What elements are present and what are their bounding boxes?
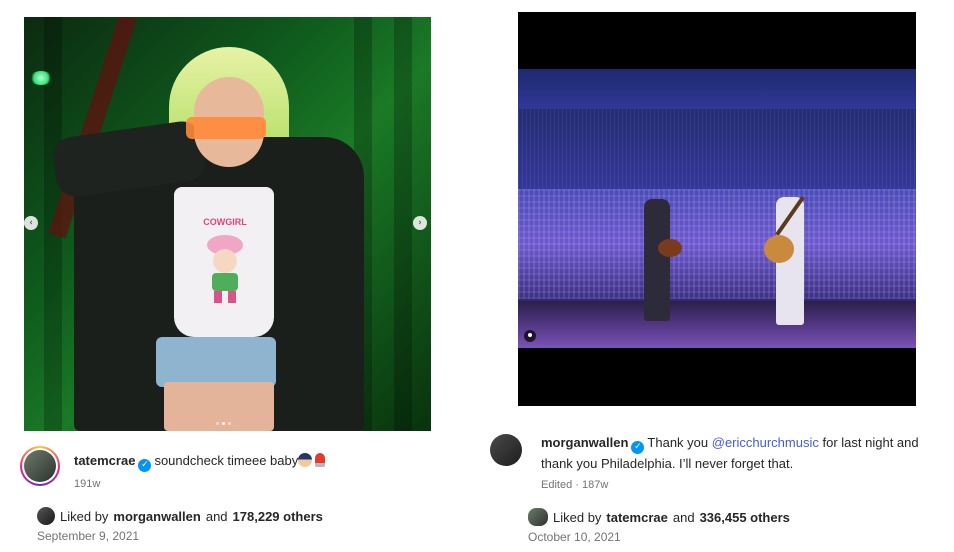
verified-badge-icon: ✓ — [138, 459, 152, 472]
siren-emoji-icon — [315, 453, 326, 467]
stage — [518, 301, 916, 348]
username-link[interactable]: tatemcrae — [74, 453, 135, 468]
avatar-tatemcrae-story-ring[interactable] — [20, 446, 60, 486]
carousel-dot — [216, 422, 219, 425]
chevron-right-icon: › — [418, 218, 422, 228]
post-tatemcrae: COWGIRL ‹ › tatemcrae ✓ soundcheck timeee … — [20, 17, 431, 543]
post-meta[interactable]: Edited · 187w — [541, 479, 608, 491]
carousel-indicator — [216, 422, 231, 425]
floor-crowd — [518, 189, 916, 299]
avatar — [24, 450, 56, 482]
carousel-prev-button[interactable]: ‹ — [24, 216, 38, 230]
upper-deck-crowd — [518, 109, 916, 189]
curtain-fold — [394, 17, 412, 431]
mention-link[interactable]: @ericchurchmusic — [712, 435, 819, 450]
carousel-next-button[interactable]: › — [413, 216, 427, 230]
liked-by-and: and — [205, 508, 228, 524]
guitar-left — [658, 239, 682, 257]
liked-by-summary: Liked by morganwallen and 178,229 others — [37, 507, 323, 525]
post-caption: morganwallen ✓ Thank you @ericchurchmusic … — [541, 433, 951, 473]
liked-by-and: and — [672, 509, 695, 525]
post-age[interactable]: 191w — [74, 478, 100, 490]
shirt-cartoon-graphic: COWGIRL — [203, 217, 247, 303]
shirt-text: COWGIRL — [203, 217, 247, 227]
post-morganwallen: morganwallen ✓ Thank you @ericchurchmusic … — [490, 12, 950, 544]
caption-text: soundcheck timeee baby — [154, 453, 299, 468]
police-officer-emoji-icon — [298, 453, 313, 467]
avatar-morganwallen[interactable] — [490, 434, 522, 466]
likes-count-link[interactable]: 336,455 others — [700, 510, 790, 525]
username-link[interactable]: morganwallen — [541, 435, 628, 450]
liker-avatar[interactable] — [37, 507, 55, 525]
verified-badge-icon: ✓ — [631, 441, 645, 454]
liked-by-summary: Liked by tatemcrae and 336,455 others — [528, 508, 790, 526]
post-date: October 10, 2021 — [528, 530, 621, 544]
post-image-concert[interactable] — [518, 12, 916, 406]
person-figure: COWGIRL — [44, 37, 374, 431]
post-caption: tatemcrae ✓ soundcheck timeee baby — [74, 451, 424, 472]
post-image-soundcheck[interactable]: COWGIRL ‹ › — [24, 17, 431, 431]
liker-avatar[interactable] — [528, 508, 548, 526]
caption-text-start: Thank you — [647, 435, 709, 450]
liked-by-label: Liked by — [60, 508, 109, 524]
carousel-dot-active — [222, 422, 225, 425]
performer-left — [644, 199, 670, 321]
chevron-left-icon: ‹ — [29, 218, 33, 228]
carousel-dot — [228, 422, 231, 425]
liked-by-label: Liked by — [553, 509, 602, 525]
tagged-people-icon[interactable] — [524, 330, 536, 342]
orange-sunglasses — [186, 117, 266, 139]
liker-username-link[interactable]: morganwallen — [113, 509, 200, 524]
guitar-right — [764, 235, 794, 263]
post-date: September 9, 2021 — [37, 529, 140, 543]
likes-count-link[interactable]: 178,229 others — [233, 509, 323, 524]
liker-username-link[interactable]: tatemcrae — [606, 510, 667, 525]
denim-shorts — [156, 337, 276, 387]
arena-scene — [518, 69, 916, 348]
